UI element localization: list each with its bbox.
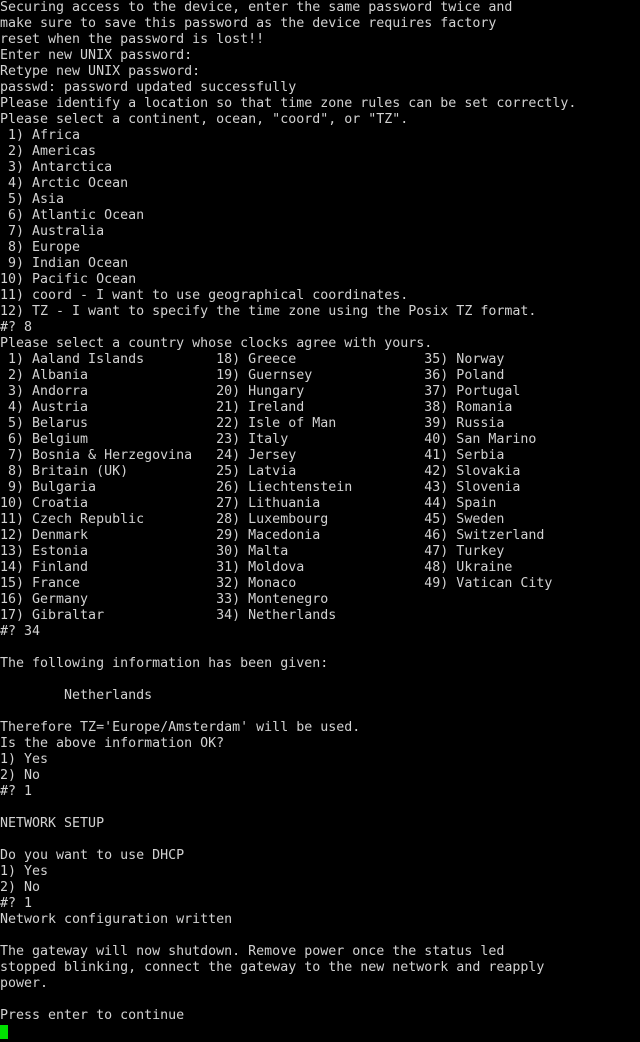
terminal-line: make sure to save this password as the d… [0, 16, 497, 31]
terminal-line: stopped blinking, connect the gateway to… [0, 960, 545, 975]
terminal-line: Press enter to continue [0, 1008, 185, 1023]
terminal-line: Do you want to use DHCP [0, 848, 185, 863]
terminal-line: 4) Arctic Ocean [0, 176, 129, 191]
terminal-line: passwd: password updated successfully [0, 80, 297, 95]
terminal-line: 10) Croatia 27) Lithuania 44) Spain [0, 496, 497, 511]
terminal-line: 6) Belgium 23) Italy 40) San Marino [0, 432, 537, 447]
terminal-line: 1) Aaland Islands 18) Greece 35) Norway [0, 352, 505, 367]
terminal-line: 2) No [0, 768, 41, 783]
terminal-line: #? 34 [0, 624, 41, 639]
terminal-cursor-line [0, 1024, 640, 1040]
block-cursor-icon [0, 1025, 8, 1039]
terminal-line: The following information has been given… [0, 656, 329, 671]
terminal-line: Please identify a location so that time … [0, 96, 577, 111]
terminal-line: 11) coord - I want to use geographical c… [0, 288, 409, 303]
terminal-line: 5) Asia [0, 192, 65, 207]
terminal-line: 11) Czech Republic 28) Luxembourg 45) Sw… [0, 512, 505, 527]
terminal-line: Please select a country whose clocks agr… [0, 336, 433, 351]
terminal-line: 3) Antarctica [0, 160, 113, 175]
terminal-line: Enter new UNIX password: [0, 48, 193, 63]
terminal-line: #? 1 [0, 784, 33, 799]
terminal-line: 14) Finland 31) Moldova 48) Ukraine [0, 560, 513, 575]
terminal-line: The gateway will now shutdown. Remove po… [0, 944, 505, 959]
terminal-line: 12) TZ - I want to specify the time zone… [0, 304, 537, 319]
terminal-line: 2) Albania 19) Guernsey 36) Poland [0, 368, 505, 383]
terminal-line: #? 1 [0, 896, 33, 911]
terminal-line: 12) Denmark 29) Macedonia 46) Switzerlan… [0, 528, 545, 543]
terminal-line: 8) Europe [0, 240, 81, 255]
terminal-screen[interactable]: Securing access to the device, enter the… [0, 0, 640, 1042]
terminal-line: 4) Austria 21) Ireland 38) Romania [0, 400, 513, 415]
terminal-line: 2) Americas [0, 144, 97, 159]
terminal-line: 1) Yes [0, 864, 49, 879]
terminal-line: 3) Andorra 20) Hungary 37) Portugal [0, 384, 521, 399]
terminal-line: 16) Germany 33) Montenegro [0, 592, 329, 607]
terminal-line: 1) Africa [0, 128, 81, 143]
terminal-line: 7) Bosnia & Herzegovina 24) Jersey 41) S… [0, 448, 505, 463]
terminal-line: power. [0, 976, 49, 991]
terminal-line: 10) Pacific Ocean [0, 272, 137, 287]
terminal-line: 15) France 32) Monaco 49) Vatican City [0, 576, 553, 591]
terminal-line: 1) Yes [0, 752, 49, 767]
terminal-line: NETWORK SETUP [0, 816, 105, 831]
terminal-output: Securing access to the device, enter the… [0, 0, 640, 1024]
terminal-line: 9) Indian Ocean [0, 256, 129, 271]
terminal-line: 8) Britain (UK) 25) Latvia 42) Slovakia [0, 464, 521, 479]
terminal-line: Securing access to the device, enter the… [0, 0, 513, 15]
terminal-line: 7) Australia [0, 224, 105, 239]
terminal-line: reset when the password is lost!! [0, 32, 265, 47]
terminal-line: 9) Bulgaria 26) Liechtenstein 43) Sloven… [0, 480, 521, 495]
terminal-line: Retype new UNIX password: [0, 64, 201, 79]
terminal-line: 17) Gibraltar 34) Netherlands [0, 608, 337, 623]
terminal-line: Is the above information OK? [0, 736, 225, 751]
terminal-line: Therefore TZ='Europe/Amsterdam' will be … [0, 720, 361, 735]
terminal-line: Please select a continent, ocean, "coord… [0, 112, 409, 127]
terminal-line: 2) No [0, 880, 41, 895]
terminal-line: Netherlands [0, 688, 153, 703]
terminal-line: 5) Belarus 22) Isle of Man 39) Russia [0, 416, 505, 431]
terminal-line: 6) Atlantic Ocean [0, 208, 145, 223]
terminal-line: Network configuration written [0, 912, 233, 927]
terminal-line: 13) Estonia 30) Malta 47) Turkey [0, 544, 505, 559]
terminal-line: #? 8 [0, 320, 33, 335]
